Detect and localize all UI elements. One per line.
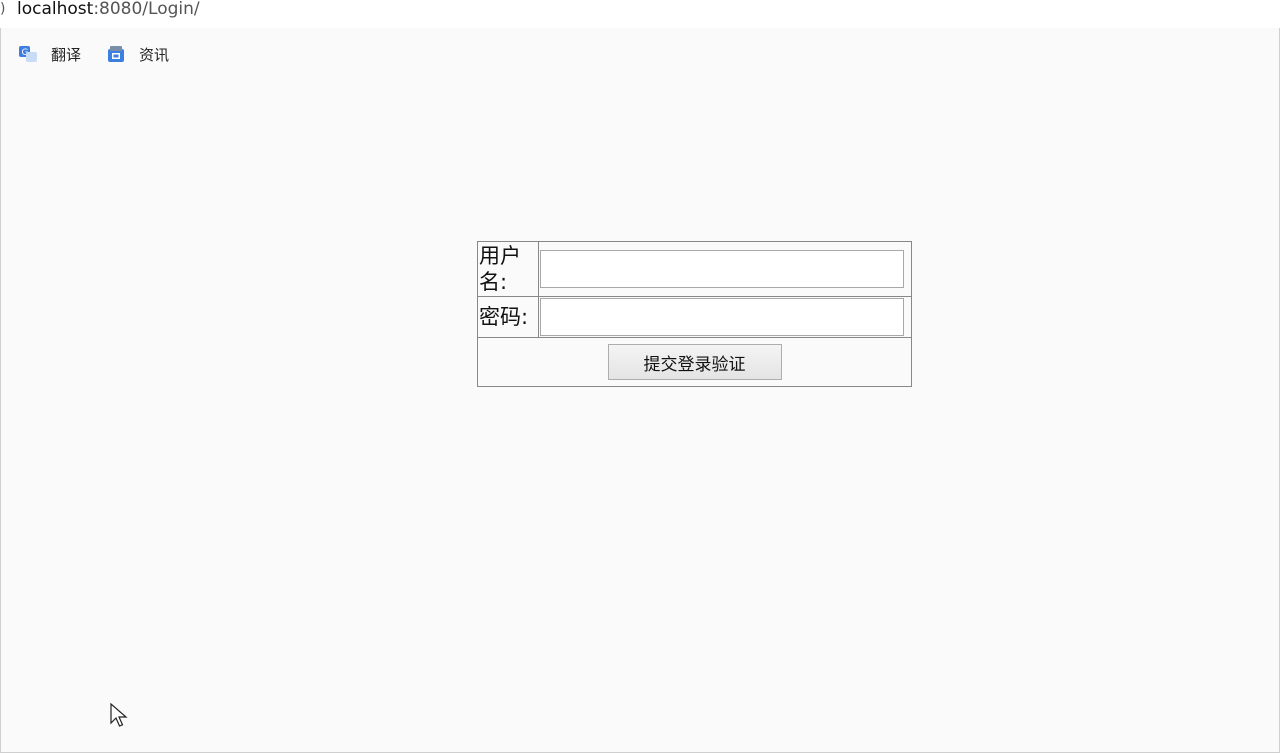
submit-login-button[interactable]: 提交登录验证 (607, 344, 782, 380)
address-bar[interactable]: ) localhost:8080/Login/ (0, 0, 1280, 28)
password-input[interactable] (540, 298, 904, 336)
url-host: localhost (17, 0, 94, 19)
submit-row: 提交登录验证 (477, 337, 912, 387)
password-label: 密码: (477, 296, 539, 338)
password-row: 密码: (477, 296, 912, 338)
login-form: 用户名: 密码: 提交登录验证 (477, 241, 912, 387)
translate-icon: G (19, 45, 37, 63)
bookmark-label: 翻译 (51, 45, 82, 64)
username-label: 用户名: (477, 241, 539, 297)
username-row: 用户名: (477, 241, 912, 297)
password-cell (538, 296, 912, 338)
bookmark-news[interactable]: 资讯 (107, 43, 169, 65)
submit-cell: 提交登录验证 (477, 337, 912, 387)
url-path: :8080/Login/ (93, 0, 200, 19)
back-arrow-icon[interactable]: ) (0, 1, 5, 17)
bookmarks-bar: G 翻译 资讯 (0, 30, 1280, 74)
username-cell (538, 241, 912, 297)
url-text[interactable]: localhost:8080/Login/ (17, 0, 200, 19)
bookmark-label: 资讯 (139, 45, 170, 64)
news-icon (107, 45, 125, 63)
bookmark-translate[interactable]: G 翻译 (19, 43, 81, 65)
username-input[interactable] (540, 250, 904, 288)
mouse-cursor-icon (110, 703, 128, 727)
